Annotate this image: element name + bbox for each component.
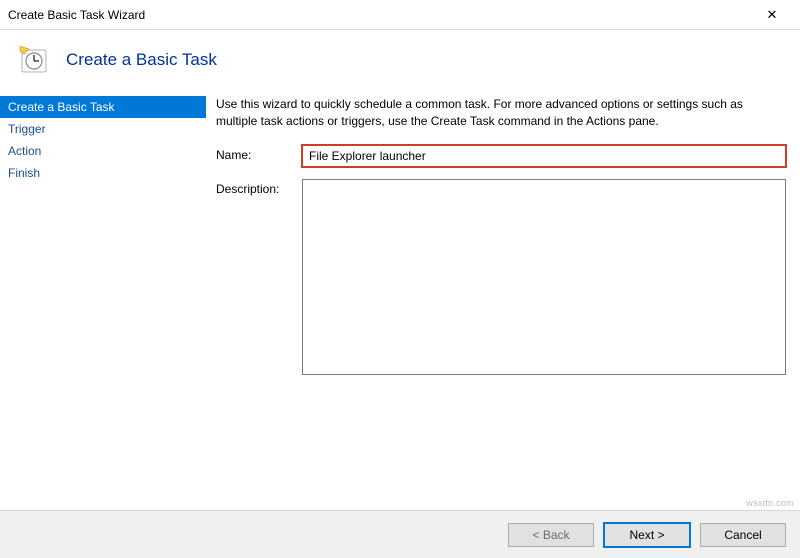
sidebar-item-create-basic-task[interactable]: Create a Basic Task bbox=[0, 96, 206, 118]
name-row: Name: bbox=[216, 145, 786, 167]
wizard-main: Use this wizard to quickly schedule a co… bbox=[206, 92, 800, 492]
sidebar-item-finish[interactable]: Finish bbox=[0, 162, 206, 184]
next-button[interactable]: Next > bbox=[604, 523, 690, 547]
intro-text: Use this wizard to quickly schedule a co… bbox=[216, 96, 786, 131]
sidebar-item-trigger[interactable]: Trigger bbox=[0, 118, 206, 140]
wizard-body: Create a Basic Task Trigger Action Finis… bbox=[0, 92, 800, 492]
wizard-header: Create a Basic Task bbox=[0, 30, 800, 92]
close-button[interactable]: ✕ bbox=[752, 1, 792, 29]
name-label: Name: bbox=[216, 145, 302, 162]
close-icon: ✕ bbox=[767, 7, 778, 23]
titlebar: Create Basic Task Wizard ✕ bbox=[0, 0, 800, 30]
sidebar-item-action[interactable]: Action bbox=[0, 140, 206, 162]
description-label: Description: bbox=[216, 179, 302, 196]
watermark: wsxdn.com bbox=[746, 498, 794, 508]
description-input[interactable] bbox=[302, 179, 786, 375]
cancel-button[interactable]: Cancel bbox=[700, 523, 786, 547]
wizard-icon bbox=[18, 44, 50, 76]
window-title: Create Basic Task Wizard bbox=[8, 8, 752, 22]
wizard-title: Create a Basic Task bbox=[66, 50, 217, 70]
description-row: Description: bbox=[216, 179, 786, 375]
wizard-footer: < Back Next > Cancel bbox=[0, 510, 800, 558]
wizard-sidebar: Create a Basic Task Trigger Action Finis… bbox=[0, 92, 206, 492]
back-button: < Back bbox=[508, 523, 594, 547]
name-input[interactable] bbox=[302, 145, 786, 167]
